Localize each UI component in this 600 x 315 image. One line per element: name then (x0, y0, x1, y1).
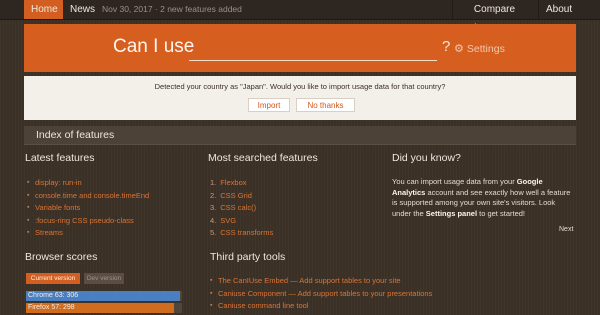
top-nav: Home News Nov 30, 2017 · 2 new features … (0, 0, 600, 34)
help-icon[interactable]: ? (442, 38, 450, 55)
rank-number: 4. (210, 215, 217, 225)
tab-dev-version[interactable]: Dev version (84, 273, 124, 284)
third-party-tools-list: The CanIUse Embed — Add support tables t… (210, 275, 432, 313)
feature-link[interactable]: CSS Grid (220, 191, 252, 200)
rank-number: 1. (210, 178, 217, 187)
country-notice-text: Detected your country as "Japan". Would … (154, 82, 446, 91)
search-banner: Can I use ? ⚙ Settings (24, 24, 576, 72)
tip-bold: Settings panel (425, 208, 478, 218)
did-you-know-title: Did you know? (392, 152, 461, 164)
settings-button[interactable]: ⚙ Settings (454, 42, 505, 55)
tab-current-version[interactable]: Current version (26, 273, 80, 284)
rank-number: 5. (210, 228, 217, 237)
search-label: Can I use (113, 36, 195, 57)
list-item[interactable]: 5. CSS transforms (210, 227, 273, 240)
third-party-tools-title: Third party tools (210, 251, 286, 263)
did-you-know-text: You can import usage data from your Goog… (392, 177, 574, 219)
gear-icon: ⚙ (454, 43, 464, 55)
nav-home-link[interactable]: Home (24, 0, 63, 19)
list-item[interactable]: display: run-in (27, 177, 149, 190)
search-input[interactable] (189, 39, 437, 61)
list-item[interactable]: 1. Flexbox (210, 177, 273, 190)
browser-score-bar[interactable]: Firefox 57: 298 (26, 303, 182, 313)
latest-features-list: display: run-in console.time and console… (27, 177, 149, 240)
index-of-features-header[interactable]: Index of features (24, 126, 576, 145)
list-item[interactable]: Caniuse command line tool (210, 300, 432, 313)
list-item[interactable]: Caniuse Component — Add support tables t… (210, 288, 432, 301)
country-import-notice: Detected your country as "Japan". Would … (24, 76, 576, 120)
next-tip-link[interactable]: Next (559, 226, 573, 233)
score-label: Firefox 57: 298 (28, 304, 75, 311)
tip-text: to get started! (477, 208, 525, 218)
list-item[interactable]: The CanIUse Embed — Add support tables t… (210, 275, 432, 288)
feature-link[interactable]: Flexbox (220, 178, 246, 187)
score-label: Chrome 63: 306 (28, 292, 79, 299)
list-item[interactable]: Streams (27, 227, 149, 240)
no-thanks-button[interactable]: No thanks (296, 98, 355, 112)
most-searched-list: 1. Flexbox 2. CSS Grid 3. CSS calc() 4. SVG … (210, 177, 273, 240)
nav-compare-browsers-link[interactable]: Compare browsers (452, 0, 536, 34)
list-item[interactable]: 3. CSS calc() (210, 202, 273, 215)
most-searched-title: Most searched features (208, 152, 318, 164)
feature-link[interactable]: CSS calc() (220, 203, 256, 212)
list-item[interactable]: 4. SVG (210, 215, 273, 228)
news-date-text[interactable]: Nov 30, 2017 · 2 new features added (102, 0, 242, 19)
rank-number: 2. (210, 190, 217, 200)
tip-text: You can import usage data from your (392, 177, 517, 186)
list-item[interactable]: 2. CSS Grid (210, 190, 273, 203)
settings-label: Settings (466, 43, 505, 55)
list-item[interactable]: Variable fonts (27, 202, 149, 215)
nav-news-link[interactable]: News (63, 0, 97, 19)
feature-link[interactable]: SVG (220, 216, 236, 225)
rank-number: 3. (210, 203, 217, 212)
latest-features-title: Latest features (25, 152, 95, 164)
list-item[interactable]: :focus-ring CSS pseudo-class (27, 215, 149, 228)
browser-scores-title: Browser scores (25, 251, 98, 263)
list-item[interactable]: console.time and console.timeEnd (27, 190, 149, 203)
index-title: Index of features (36, 129, 115, 141)
feature-link[interactable]: CSS transforms (220, 228, 273, 237)
nav-about-link[interactable]: About (538, 0, 576, 19)
import-button[interactable]: Import (248, 98, 290, 112)
browser-score-bar[interactable]: Chrome 63: 306 (26, 291, 182, 301)
